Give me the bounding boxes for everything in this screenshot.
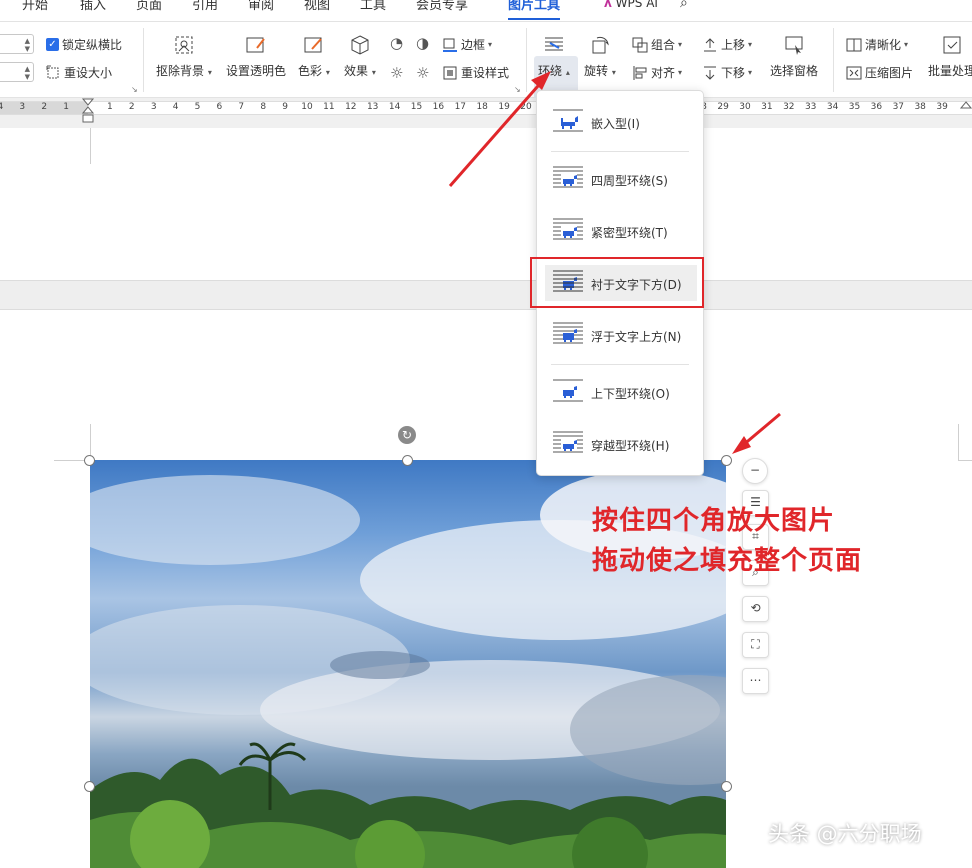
watermark: 头条 @六分职场 [768,822,922,846]
arrow-head-icon [732,436,751,454]
arrow-head-icon [531,71,551,90]
annotation-text-line-2: 拖动使之填充整个页面 [592,546,863,576]
annotation-arrows [448,71,781,454]
wps-window: 开始 插入 页面 引用 审阅 视图 工具 会员专享 图片工具 ᴧ WPS AI … [0,0,972,868]
annotation-text-line-1: 按住四个角放大图片 [592,506,836,536]
